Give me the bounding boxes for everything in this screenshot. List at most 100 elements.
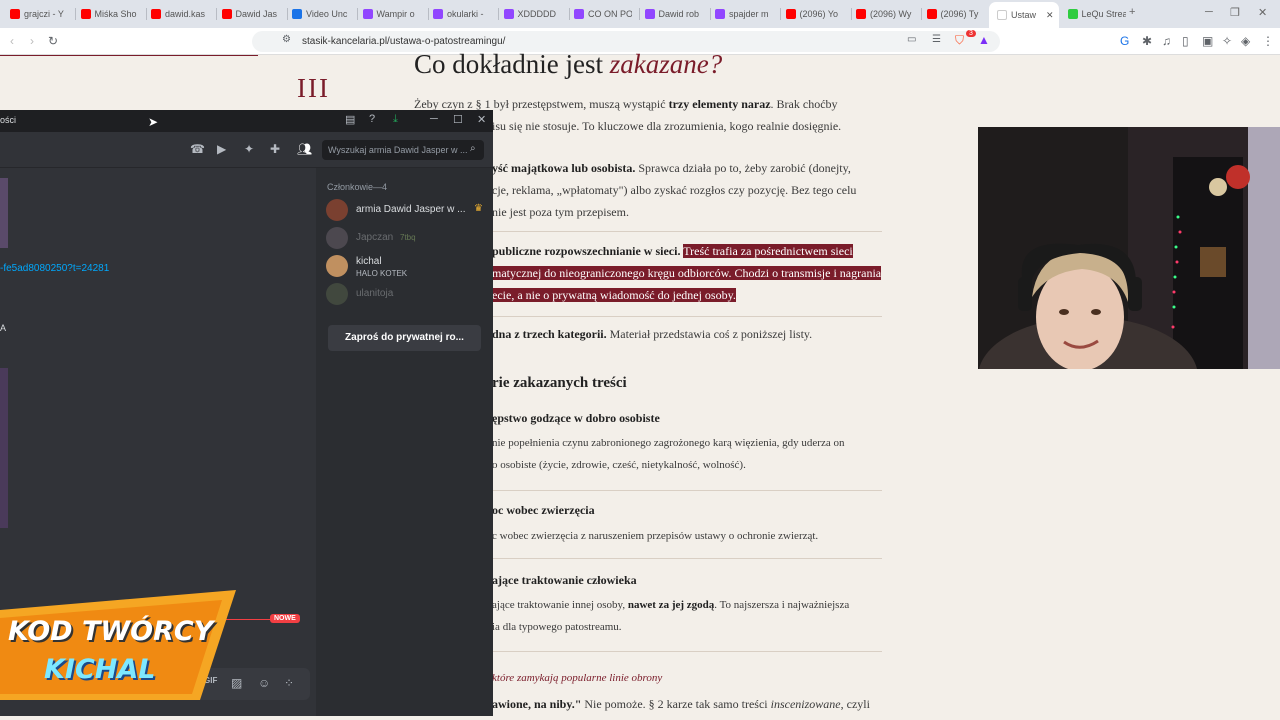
new-badge: NOWE	[270, 614, 300, 623]
close-tab-icon[interactable]: ✕	[1046, 10, 1054, 21]
brave-rewards-icon[interactable]: ▲	[978, 33, 990, 47]
search-input[interactable]: Wyszukaj armia Dawid Jasper w ...	[322, 140, 484, 160]
maximize-icon[interactable]: ☐	[453, 113, 463, 126]
tab-separator	[145, 8, 147, 20]
creator-code-banner: KOD TWÓRCY KICHAL	[0, 590, 240, 700]
invite-button[interactable]: Zaproś do prywatnej ro...	[328, 325, 481, 351]
tab-label: Dawid Jas	[235, 9, 278, 19]
tab-separator	[286, 8, 288, 20]
browser-tab[interactable]: XDDDDD	[503, 5, 562, 23]
reload-icon[interactable]: ↻	[48, 34, 58, 48]
tab-label: dawid.kas	[165, 9, 206, 19]
tab-favicon-icon	[715, 9, 725, 19]
tab-favicon-icon	[644, 9, 655, 19]
browser-tab[interactable]: (2096) Ty	[926, 5, 985, 23]
tab-favicon-icon	[1067, 9, 1078, 19]
ai-icon[interactable]: ✧	[1222, 34, 1232, 48]
browser-tab[interactable]: CO ON PO	[574, 5, 632, 23]
media-icon[interactable]: ♫	[1162, 34, 1171, 48]
message-link[interactable]: -fe5ad8080250?t=24281	[0, 263, 109, 274]
close-window-button[interactable]: ✕	[1258, 6, 1267, 19]
member-name: ulanitoja	[356, 288, 394, 299]
tab-favicon-icon	[503, 9, 514, 19]
forward-icon[interactable]: ›	[30, 34, 34, 48]
browser-tab[interactable]: spajder m	[715, 5, 773, 23]
member-item[interactable]: kichal HALO KOTEK	[326, 254, 486, 280]
browser-tab[interactable]: Video Unc	[292, 5, 350, 23]
browser-tab[interactable]: okularki -	[433, 5, 491, 23]
browser-tab[interactable]: grajczi - Y	[10, 5, 68, 23]
site-info-icon[interactable]: ⚙	[282, 34, 291, 45]
browser-tab[interactable]: LeQu Strea	[1067, 5, 1126, 23]
menu-icon[interactable]: ⋮	[1262, 34, 1274, 48]
bottom-paragraph: awione, na niby." Nie pomoże. § 2 karze …	[492, 697, 870, 711]
member-item[interactable]: Japczan 7tbq	[326, 226, 486, 252]
tab-label: Miśka Sho	[94, 9, 137, 19]
tab-favicon-icon	[362, 9, 373, 19]
avatar	[326, 255, 348, 277]
browser-tab[interactable]: Ustaw ✕	[989, 2, 1059, 28]
browser-tab[interactable]: Dawid Jas	[221, 5, 280, 23]
divider	[492, 558, 882, 559]
video-icon[interactable]: ▶	[217, 142, 226, 156]
tab-separator	[850, 8, 852, 20]
tab-favicon-icon	[574, 9, 584, 19]
top-rule	[0, 55, 258, 56]
section-numeral: III	[297, 73, 330, 103]
tab-separator	[357, 8, 358, 20]
avatar	[326, 283, 348, 305]
sidebar-icon[interactable]: ▯	[1182, 34, 1189, 48]
reader-mode-icon[interactable]: ☰	[932, 34, 941, 45]
element-3-paragraph: dna z trzech kategorii. Materiał przedst…	[492, 327, 813, 341]
extensions-icon[interactable]: ✱	[1142, 34, 1152, 48]
webcam-overlay	[978, 127, 1280, 369]
new-tab-button[interactable]: +	[1129, 6, 1135, 18]
search-icon[interactable]: ⌕	[470, 143, 476, 154]
url-text[interactable]: stasik-kancelaria.pl/ustawa-o-patostream…	[302, 36, 505, 47]
browser-tab[interactable]: Miśka Sho	[80, 5, 139, 23]
member-item[interactable]: armia Dawid Jasper w ... ♛	[326, 198, 486, 224]
member-name: armia Dawid Jasper w ...	[356, 204, 466, 215]
member-item[interactable]: ulanitoja	[326, 282, 486, 308]
pin-icon[interactable]: ✦	[244, 142, 254, 156]
minimize-icon[interactable]: ─	[430, 113, 438, 125]
browser-tab[interactable]: (2096) Wy	[856, 5, 914, 23]
browser-tab[interactable]: Wampir o	[362, 5, 421, 23]
tab-label: CO ON PO	[588, 9, 632, 19]
browser-tab[interactable]: dawid.kas	[151, 5, 209, 23]
extension-badge: 3	[966, 30, 976, 37]
message-letter: A	[0, 323, 7, 333]
close-icon[interactable]: ✕	[477, 113, 486, 126]
defense-subtitle: które zamykają popularne linie obrony	[492, 672, 663, 684]
brave-shield-icon[interactable]: ⛉	[955, 33, 964, 48]
apps-icon[interactable]: ⁘	[284, 676, 294, 690]
tab-label: (2096) Ty	[940, 9, 979, 19]
minimize-window-button[interactable]: ─	[1205, 6, 1213, 18]
tab-favicon-icon	[10, 9, 20, 19]
download-icon[interactable]: ⤓	[393, 113, 398, 126]
tab-label: LeQu Strea	[1081, 9, 1126, 19]
help-icon[interactable]: ?	[369, 113, 375, 125]
tab-separator	[427, 8, 429, 20]
tab-favicon-icon	[856, 9, 866, 19]
browser-tab[interactable]: (2096) Yo	[785, 5, 844, 23]
maximize-window-button[interactable]: ❐	[1230, 6, 1240, 19]
tab-separator	[568, 8, 570, 20]
element-2-paragraph: publiczne rozpowszechnianie w sieci. Tre…	[492, 244, 882, 302]
tab-label: spajder m	[729, 9, 769, 19]
member-status: 7tbq	[400, 233, 416, 242]
inbox-icon[interactable]: ▤	[345, 113, 355, 126]
add-friend-icon[interactable]: ✚	[270, 142, 280, 156]
vpn-icon[interactable]: ◈	[1241, 34, 1250, 48]
wallet-icon[interactable]: ▣	[1202, 34, 1213, 48]
cast-icon[interactable]: ▭	[907, 34, 916, 45]
banner-line-1: KOD TWÓRCY	[8, 616, 214, 647]
translate-icon[interactable]: G	[1120, 34, 1129, 48]
back-icon[interactable]: ‹	[10, 34, 14, 48]
member-list-icon[interactable]: 👥︎	[297, 142, 312, 156]
emoji-icon[interactable]: ☺	[258, 676, 270, 690]
browser-tab[interactable]: Dawid rob	[644, 5, 703, 23]
tab-favicon-icon	[151, 9, 161, 19]
call-icon[interactable]: ☎	[190, 142, 205, 156]
avatar	[326, 199, 348, 221]
